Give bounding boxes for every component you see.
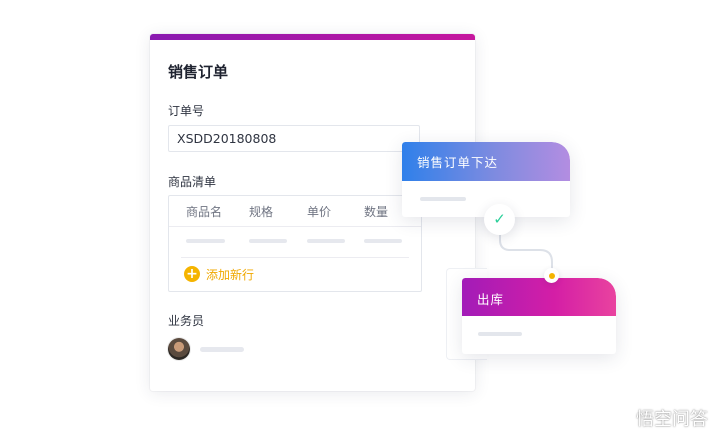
flow-step-placeholder [420,197,466,201]
check-icon: ✓ [484,204,515,235]
form-accent-bar [150,34,475,40]
row-divider [181,257,409,258]
flow-step-outbound[interactable]: 出库 [462,278,616,354]
salesperson-label: 业务员 [168,314,205,328]
watermark: 悟空问答 [602,405,708,431]
goods-table-header: 商品名 规格 单价 数量 [169,196,421,227]
flow-step-sales-order-issued[interactable]: 销售订单下达 [402,142,570,217]
goods-list-label: 商品清单 [168,175,217,189]
watermark-text: 悟空问答 [636,409,708,430]
cell-placeholder [364,239,402,243]
order-number-field[interactable]: XSDD20180808 [168,125,420,152]
connector-dot [544,268,559,283]
add-row-button[interactable]: + 添加新行 [184,265,254,283]
add-row-label: 添加新行 [206,267,255,282]
cell-placeholder [186,239,225,243]
flow-step-placeholder [478,332,522,336]
cell-placeholder [249,239,287,243]
form-title: 销售订单 [168,63,229,81]
cell-placeholder [307,239,345,243]
goods-table: 商品名 规格 单价 数量 + 添加新行 [168,195,422,292]
flow-step-label: 销售订单下达 [417,155,499,170]
flow-step-label: 出库 [477,292,505,307]
flow-step-header: 销售订单下达 [402,142,570,181]
wukong-logo-icon [603,410,631,426]
plus-icon: + [184,266,200,282]
column-header-quantity: 数量 [364,205,389,219]
avatar[interactable] [168,338,190,360]
column-header-spec: 规格 [249,205,274,219]
salesperson-name-placeholder [200,347,244,352]
flow-step-header: 出库 [462,278,616,316]
order-number-label: 订单号 [168,104,205,118]
column-header-unit-price: 单价 [307,205,332,219]
column-header-product-name: 商品名 [186,205,223,219]
